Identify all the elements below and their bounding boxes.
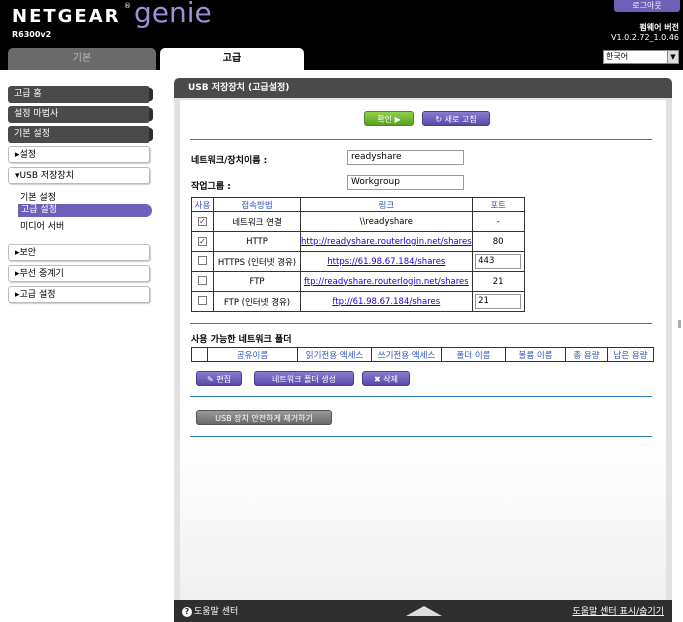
refresh-button[interactable]: ↻ 새로 고침 bbox=[422, 111, 490, 126]
sidebar-item-advanced-home[interactable]: 고급 홈 bbox=[8, 86, 153, 103]
firmware-label: 펌웨어 버전 bbox=[639, 23, 679, 32]
port-input[interactable]: 443 bbox=[475, 254, 522, 269]
folders-section-title: 사용 가능한 네트워크 폴더 bbox=[191, 335, 292, 345]
top-header: NETGEAR ® genie R6300v2 로그아웃 펌웨어 버전 V1.0… bbox=[0, 0, 683, 70]
sidebar-item-setup[interactable]: ▸설정 bbox=[8, 146, 150, 163]
table-row: ✓ 네트워크 연결 \\readyshare - bbox=[191, 211, 525, 232]
tab-basic[interactable]: 기본 bbox=[8, 48, 156, 70]
help-center-link[interactable]: ? 도움말 센터 bbox=[182, 604, 238, 617]
access-method: FTP (인터넷 경유) bbox=[213, 291, 301, 312]
sidebar-item-setup-wizard[interactable]: 설정 마법사 bbox=[8, 106, 153, 123]
tab-advanced[interactable]: 고급 bbox=[160, 48, 304, 70]
access-link[interactable]: ftp://61.98.67.184/shares bbox=[332, 297, 440, 307]
access-link[interactable]: http://readyshare.routerlogin.net/shares bbox=[301, 237, 472, 247]
enable-checkbox[interactable] bbox=[198, 275, 207, 285]
apply-button[interactable]: 확인 ▶ bbox=[364, 111, 414, 126]
safe-remove-usb-button[interactable]: USB 장치 안전하게 제거하기 bbox=[196, 410, 332, 425]
col-header: 사용 bbox=[191, 197, 214, 212]
sidebar-item-security[interactable]: ▸보안 bbox=[8, 244, 150, 261]
help-icon: ? bbox=[182, 607, 192, 617]
enable-checkbox[interactable] bbox=[198, 295, 207, 305]
expand-arrow-icon[interactable] bbox=[406, 606, 442, 616]
col-header: 링크 bbox=[300, 197, 473, 212]
enable-checkbox[interactable]: ✓ bbox=[198, 236, 207, 246]
sidebar-item-usb-storage[interactable]: ▾USB 저장장치 bbox=[8, 167, 150, 184]
divider bbox=[190, 396, 652, 397]
scrollbar-handle[interactable] bbox=[678, 320, 681, 328]
toggle-help-link[interactable]: 도움말 센터 표시/숨기기 bbox=[572, 604, 664, 617]
divider bbox=[190, 436, 652, 437]
sidebar-item-advanced-setup[interactable]: ▸고급 설정 bbox=[8, 286, 150, 303]
table-row: HTTPS (인터넷 경유) https://61.98.67.184/shar… bbox=[191, 251, 525, 272]
access-link: \\readyshare bbox=[300, 211, 473, 232]
language-value: 한국어 bbox=[606, 52, 629, 61]
col-header: 폴더 이름 bbox=[441, 347, 506, 362]
col-header: 총 용량 bbox=[565, 347, 608, 362]
col-header: 접속방법 bbox=[213, 197, 301, 212]
divider bbox=[190, 139, 652, 140]
access-port: - bbox=[471, 211, 525, 232]
col-header bbox=[191, 347, 208, 362]
refresh-icon: ↻ bbox=[435, 115, 445, 124]
sidebar-item-wireless-repeater[interactable]: ▸무선 중계기 bbox=[8, 265, 150, 282]
table-row: FTP (인터넷 경유) ftp://61.98.67.184/shares 2… bbox=[191, 291, 525, 312]
table-row: ✓ HTTP http://readyshare.routerlogin.net… bbox=[191, 231, 525, 252]
router-model: R6300v2 bbox=[12, 30, 52, 39]
panel-title: USB 저장장치 (고급설정) bbox=[174, 78, 672, 98]
sidebar-subitem-advanced-settings[interactable]: 고급 설정 bbox=[18, 204, 152, 217]
logout-button[interactable]: 로그아웃 bbox=[614, 0, 680, 12]
col-header: 공유이름 bbox=[207, 347, 298, 362]
sidebar-subitem-basic-settings[interactable]: 기본 설정 bbox=[20, 190, 56, 203]
port-input[interactable]: 21 bbox=[475, 294, 522, 309]
access-link[interactable]: https://61.98.67.184/shares bbox=[327, 257, 445, 267]
access-method: HTTPS (인터넷 경유) bbox=[213, 251, 301, 272]
access-table-header: 사용 접속방법 링크 포트 bbox=[191, 197, 525, 212]
enable-checkbox[interactable] bbox=[198, 255, 207, 265]
access-method: 네트워크 연결 bbox=[213, 211, 301, 232]
col-header: 남은 용량 bbox=[607, 347, 654, 362]
create-folder-button[interactable]: 네트워크 폴더 생성 bbox=[254, 371, 354, 386]
col-header: 볼륨 이름 bbox=[505, 347, 566, 362]
sidebar: 고급 홈 설정 마법사 기본 설정 ▸설정 ▾USB 저장장치 기본 설정 고급… bbox=[0, 70, 168, 622]
sidebar-item-basic-setup[interactable]: 기본 설정 bbox=[8, 126, 153, 143]
divider bbox=[190, 323, 652, 324]
language-select[interactable]: 한국어 ▼ bbox=[603, 50, 679, 64]
access-method: FTP bbox=[213, 271, 301, 292]
access-link[interactable]: ftp://readyshare.routerlogin.net/shares bbox=[304, 277, 469, 287]
sidebar-subitem-media-server[interactable]: 미디어 서버 bbox=[20, 219, 64, 232]
access-table: 사용 접속방법 링크 포트 ✓ 네트워크 연결 \\readyshare - ✓… bbox=[191, 197, 525, 312]
panel-footer: ? 도움말 센터 도움말 센터 표시/숨기기 bbox=[174, 600, 672, 622]
col-header: 쓰기전용 액세스 bbox=[371, 347, 442, 362]
chevron-down-icon: ▼ bbox=[667, 51, 678, 63]
workgroup-label: 작업그룹 : bbox=[191, 182, 231, 192]
access-method: HTTP bbox=[213, 231, 301, 252]
brand-name: NETGEAR bbox=[12, 6, 121, 27]
delete-button[interactable]: ✖ 삭제 bbox=[362, 371, 410, 386]
edit-button[interactable]: ✎ 편집 bbox=[196, 371, 242, 386]
col-header: 읽기전용 액세스 bbox=[297, 347, 372, 362]
col-header: 포트 bbox=[471, 197, 525, 212]
folders-table-header: 공유이름 읽기전용 액세스 쓰기전용 액세스 폴더 이름 볼륨 이름 총 용량 … bbox=[191, 347, 654, 362]
network-device-input[interactable]: readyshare bbox=[347, 150, 464, 165]
workgroup-input[interactable]: Workgroup bbox=[347, 175, 464, 190]
access-port: 80 bbox=[471, 231, 525, 252]
network-folders-table: 공유이름 읽기전용 액세스 쓰기전용 액세스 폴더 이름 볼륨 이름 총 용량 … bbox=[191, 347, 654, 362]
firmware-version: V1.0.2.72_1.0.46 bbox=[611, 33, 679, 42]
enable-checkbox[interactable]: ✓ bbox=[198, 216, 207, 226]
network-device-label: 네트워크/장치이름 : bbox=[191, 156, 268, 166]
access-port: 21 bbox=[471, 271, 525, 292]
table-row: FTP ftp://readyshare.routerlogin.net/sha… bbox=[191, 271, 525, 292]
product-name: genie bbox=[134, 0, 212, 29]
